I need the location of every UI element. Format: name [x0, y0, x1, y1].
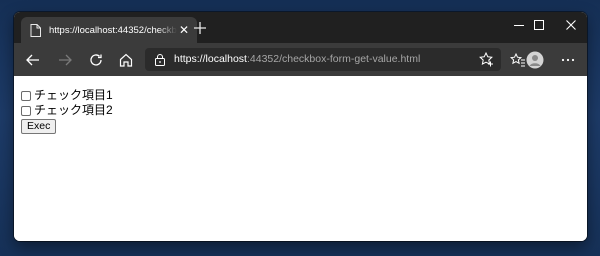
back-icon[interactable] [21, 48, 45, 72]
page-icon [30, 23, 41, 37]
checkbox-1-label: チェック項目1 [34, 88, 113, 102]
checkbox-row-1: チェック項目1 [21, 88, 587, 103]
checkbox-2-label: チェック項目2 [34, 103, 113, 117]
home-icon[interactable] [114, 48, 138, 72]
exec-button[interactable]: Exec [21, 119, 57, 134]
add-favorite-icon[interactable] [478, 51, 495, 68]
profile-icon[interactable] [523, 48, 547, 72]
url-path: :44352/checkbox-form-get-value.html [246, 53, 421, 65]
lock-icon[interactable] [154, 53, 166, 66]
address-url: https://localhost:44352/checkbox-form-ge… [174, 53, 420, 65]
page-content: チェック項目1 チェック項目2 Exec [14, 76, 587, 241]
title-bar: https://localhost:44352/checkbox-form-ge… [14, 12, 587, 43]
browser-tab[interactable]: https://localhost:44352/checkbox-form-ge… [21, 17, 197, 43]
more-icon[interactable] [556, 48, 580, 72]
tab-title: https://localhost:44352/checkbox-form-ge… [49, 24, 177, 36]
checkbox-row-2: チェック項目2 [21, 103, 587, 118]
url-host: https://localhost [174, 53, 247, 65]
close-icon[interactable] [551, 12, 587, 38]
new-tab-icon[interactable] [190, 18, 210, 38]
address-bar[interactable]: https://localhost:44352/checkbox-form-ge… [145, 48, 501, 71]
checkbox-1[interactable] [21, 90, 31, 101]
checkbox-2[interactable] [21, 105, 31, 116]
tab-close-icon[interactable]: ✕ [177, 23, 191, 37]
forward-icon[interactable] [53, 48, 77, 72]
refresh-icon[interactable] [84, 48, 108, 72]
browser-window: https://localhost:44352/checkbox-form-ge… [14, 12, 587, 241]
browser-toolbar: https://localhost:44352/checkbox-form-ge… [14, 43, 587, 76]
